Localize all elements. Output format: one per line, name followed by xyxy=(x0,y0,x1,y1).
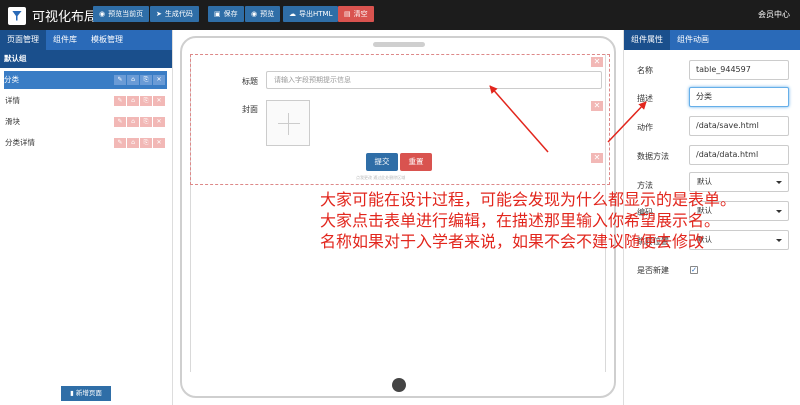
delete-field-icon[interactable]: ✕ xyxy=(591,101,603,111)
page-item-category-detail[interactable]: 分类详情 ✎ ⌂ ⎘ ✕ xyxy=(5,134,167,152)
home-icon[interactable]: ⌂ xyxy=(127,138,139,148)
save-label: 保存 xyxy=(223,10,238,18)
page-item-label: 分类详情 xyxy=(5,138,35,147)
tab-component-library[interactable]: 组件库 xyxy=(46,30,84,50)
is-new-label: 是否新建 xyxy=(637,266,669,275)
submit-button[interactable]: 提交 xyxy=(366,153,398,171)
description-label: 描述 xyxy=(637,94,653,103)
page-item-category[interactable]: 分类 ✎ ⌂ ⎘ ✕ xyxy=(4,71,167,89)
tab-page-management[interactable]: 页面管理 xyxy=(0,30,46,50)
app-logo-icon xyxy=(8,6,26,25)
close-icon[interactable]: ✕ xyxy=(153,138,165,148)
preview-button[interactable]: ◉ 预览 xyxy=(245,6,281,22)
save-button[interactable]: ▣ 保存 xyxy=(208,6,244,22)
cloud-download-icon: ☁ xyxy=(289,10,296,18)
copy-icon[interactable]: ⎘ xyxy=(140,75,152,85)
description-input[interactable]: 分类 xyxy=(689,87,789,107)
eye-icon: ◉ xyxy=(251,10,258,18)
action-label: 动作 xyxy=(637,123,653,132)
left-tabs: 页面管理 组件库 模板管理 xyxy=(0,30,172,50)
edit-icon[interactable]: ✎ xyxy=(114,96,126,106)
data-method-input[interactable]: /data/data.html xyxy=(689,145,789,165)
page-item-detail[interactable]: 详情 ✎ ⌂ ⎘ ✕ xyxy=(5,92,167,110)
save-icon: ▣ xyxy=(214,10,221,18)
is-new-checkbox[interactable]: ✓ xyxy=(690,266,698,274)
data-method-label: 数据方法 xyxy=(637,152,669,161)
delete-form-icon[interactable]: ✕ xyxy=(591,57,603,67)
title-input[interactable]: 请输入字段预期提示信息 xyxy=(266,71,602,89)
delete-buttons-icon[interactable]: ✕ xyxy=(591,153,603,163)
tablet-speaker xyxy=(373,42,425,47)
close-icon[interactable]: ✕ xyxy=(153,75,165,85)
preview-current-button[interactable]: ◉ 预览当前页 xyxy=(93,6,150,22)
method-select-value: 默认 xyxy=(697,177,712,186)
name-label: 名称 xyxy=(637,66,653,75)
reset-button[interactable]: 重置 xyxy=(400,153,432,171)
brand: 可视化布局 xyxy=(8,6,97,25)
chevron-down-icon xyxy=(776,181,782,184)
tab-component-props[interactable]: 组件属性 xyxy=(624,30,670,50)
group-title[interactable]: 默认组 xyxy=(0,50,172,68)
right-tabs: 组件属性 组件动画 xyxy=(624,30,800,50)
chevron-down-icon xyxy=(776,239,782,242)
eye-icon: ◉ xyxy=(99,10,106,18)
name-input[interactable]: table_944597 xyxy=(689,60,789,80)
copy-icon[interactable]: ⎘ xyxy=(140,117,152,127)
trash-icon: ▤ xyxy=(344,10,351,18)
home-icon[interactable]: ⌂ xyxy=(127,75,139,85)
cover-label: 封面 xyxy=(242,105,258,114)
page-item-label: 分类 xyxy=(4,75,19,84)
close-icon[interactable]: ✕ xyxy=(153,117,165,127)
clear-label: 清空 xyxy=(353,10,368,18)
edit-icon[interactable]: ✎ xyxy=(114,138,126,148)
cover-upload-plus-icon[interactable] xyxy=(266,100,310,146)
title-placeholder: 请输入字段预期提示信息 xyxy=(274,76,351,84)
form-hint-text: 点我更改 通过此处删除区域 xyxy=(356,175,406,180)
clear-button[interactable]: ▤ 清空 xyxy=(338,6,374,22)
left-panel: 页面管理 组件库 模板管理 默认组 分类 ✎ ⌂ ⎘ ✕ 详情 ✎ ⌂ ⎘ ✕ … xyxy=(0,30,173,405)
close-icon[interactable]: ✕ xyxy=(153,96,165,106)
annotation-line-1: 大家可能在设计过程，可能会发现为什么都显示的是表单。 xyxy=(320,190,737,209)
generate-code-label: 生成代码 xyxy=(164,10,193,18)
app-title: 可视化布局 xyxy=(32,10,98,25)
new-page-button[interactable]: ▮ 新增页面 xyxy=(61,386,111,401)
generate-code-button[interactable]: ➤ 生成代码 xyxy=(150,6,199,22)
annotation-line-3: 名称如果对于入学者来说，如果不会不建议随便去修改 xyxy=(320,232,705,251)
new-page-label: 新增页面 xyxy=(75,389,102,397)
edit-icon[interactable]: ✎ xyxy=(114,75,126,85)
preview-label: 预览 xyxy=(260,10,275,18)
export-html-label: 导出HTML xyxy=(299,10,333,18)
tablet-home-button xyxy=(392,378,406,392)
home-icon[interactable]: ⌂ xyxy=(127,117,139,127)
home-icon[interactable]: ⌂ xyxy=(127,96,139,106)
preview-current-label: 预览当前页 xyxy=(108,10,144,18)
page-item-label: 滑块 xyxy=(5,117,20,126)
top-bar: 可视化布局 ◉ 预览当前页 ➤ 生成代码 ▣ 保存 ◉ 预览 ☁ 导出HTML ▤ 清空 会… xyxy=(0,0,800,30)
action-input[interactable]: /data/save.html xyxy=(689,116,789,136)
user-center-link[interactable]: 会员中心 xyxy=(758,9,790,20)
edit-icon[interactable]: ✎ xyxy=(114,117,126,127)
send-icon: ➤ xyxy=(156,10,162,18)
copy-icon[interactable]: ⎘ xyxy=(140,138,152,148)
page-item-slider[interactable]: 滑块 ✎ ⌂ ⎘ ✕ xyxy=(5,113,167,131)
page-item-label: 详情 xyxy=(5,96,20,105)
copy-icon[interactable]: ⎘ xyxy=(140,96,152,106)
tab-component-animation[interactable]: 组件动画 xyxy=(670,30,716,50)
export-html-button[interactable]: ☁ 导出HTML xyxy=(283,6,339,22)
title-label: 标题 xyxy=(242,77,258,86)
annotation-line-2: 大家点击表单进行编辑，在描述那里输入你希望展示名。 xyxy=(320,211,721,230)
chevron-down-icon xyxy=(776,210,782,213)
tab-template-management[interactable]: 模板管理 xyxy=(84,30,130,50)
